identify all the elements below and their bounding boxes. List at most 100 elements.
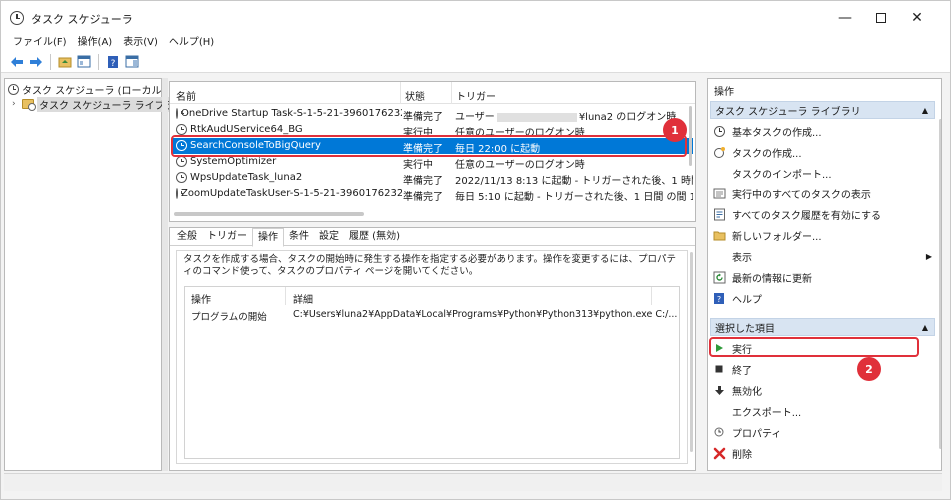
task-name: OneDrive Startup Task-S-1-5-21-396017623…: [181, 108, 402, 119]
task-trigger: ユーザー ¥luna2 のログオン時: [455, 108, 693, 123]
task-name: RtkAudUService64_BG: [190, 124, 303, 135]
up-folder-button[interactable]: [57, 54, 73, 70]
tab-general[interactable]: 全般: [172, 228, 202, 246]
section-header-library[interactable]: タスク スケジューラ ライブラリ ▲: [710, 101, 935, 119]
highlight-selected-task: [171, 135, 687, 157]
action-new-folder[interactable]: 新しいフォルダー...: [712, 225, 934, 245]
detail-vertical-scrollbar[interactable]: [690, 252, 693, 452]
help-toolbar-button[interactable]: ?: [105, 54, 121, 70]
task-clock-icon: [176, 156, 187, 167]
menu-help[interactable]: ヘルプ(H): [163, 35, 219, 51]
actions-pane-scrollbar[interactable]: [939, 119, 941, 449]
tab-history[interactable]: 履歴 (無効): [344, 228, 405, 246]
tree-node-label: タスク スケジューラ (ローカル): [22, 85, 166, 97]
task-name: SystemOptimizer: [190, 156, 277, 167]
collapse-up-icon[interactable]: ▲: [922, 106, 928, 115]
task-row[interactable]: ZoomUpdateTaskUser-S-1-5-21-3960176232..…: [172, 186, 693, 203]
action-properties[interactable]: プロパティ: [712, 422, 934, 442]
create-basic-task-icon: [712, 124, 726, 138]
task-row[interactable]: WpsUpdateTask_luna2 準備完了 2022/11/13 8:13…: [172, 170, 693, 187]
column-divider[interactable]: [400, 82, 401, 104]
svg-text:?: ?: [717, 295, 721, 304]
show-hide-action-pane-button[interactable]: [124, 54, 140, 70]
help-book-icon: ?: [108, 55, 118, 69]
show-hide-console-tree-button[interactable]: [76, 54, 92, 70]
column-header-trigger[interactable]: トリガー: [456, 88, 496, 103]
action-delete[interactable]: 削除: [712, 443, 934, 463]
action-export[interactable]: エクスポート...: [712, 401, 934, 421]
window-title: タスク スケジューラ: [31, 13, 133, 26]
close-button[interactable]: ✕: [899, 5, 935, 31]
action-help[interactable]: ? ヘルプ: [712, 288, 934, 308]
task-list-vertical-scrollbar[interactable]: [689, 106, 692, 166]
toolbar-separator: [50, 53, 51, 70]
detail-tabs: 全般 トリガー 操作 条件 設定 履歴 (無効): [170, 228, 695, 247]
console-tree: タスク スケジューラ (ローカル) › タスク スケジューラ ライブラリ: [4, 78, 187, 471]
tab-actions[interactable]: 操作: [252, 228, 284, 247]
action-create-task[interactable]: タスクの作成...: [712, 142, 934, 162]
menu-action[interactable]: 操作(A): [72, 35, 118, 51]
column-divider[interactable]: [285, 287, 286, 305]
action-import-task[interactable]: タスクのインポート...: [712, 163, 934, 183]
task-status: 実行中: [403, 160, 433, 171]
task-row[interactable]: OneDrive Startup Task-S-1-5-21-396017623…: [172, 106, 693, 123]
minimize-button[interactable]: —: [827, 5, 863, 31]
action-view-submenu[interactable]: 表示 ▶: [712, 246, 934, 266]
pane-splitter[interactable]: [162, 78, 168, 471]
action-create-basic-task[interactable]: 基本タスクの作成...: [712, 121, 934, 141]
chevron-right-icon[interactable]: ›: [12, 99, 22, 109]
task-clock-icon: [176, 188, 184, 199]
toolbar-separator: [98, 53, 99, 70]
properties-icon: [712, 425, 726, 439]
collapse-up-icon[interactable]: ▲: [922, 323, 928, 332]
task-scheduler-clock-icon: [10, 11, 24, 25]
menu-file[interactable]: ファイル(F): [1, 35, 72, 51]
menu-view[interactable]: 表示(V): [117, 35, 163, 51]
action-disable[interactable]: 無効化: [712, 380, 934, 400]
tree-node-library[interactable]: › タスク スケジューラ ライブラリ: [12, 96, 187, 112]
action-label: タスクのインポート...: [732, 169, 832, 181]
tab-triggers[interactable]: トリガー: [202, 228, 252, 246]
action-type: プログラムの開始: [191, 312, 267, 323]
tab-settings[interactable]: 設定: [314, 228, 344, 246]
action-label: 新しいフォルダー...: [732, 231, 822, 243]
task-clock-icon: [176, 108, 184, 119]
task-trigger: 2022/11/13 8:13 に起動 - トリガーされた後、1 時間 ごと: [455, 176, 693, 187]
action-row[interactable]: プログラムの開始 C:¥Users¥luna2¥AppData¥Local¥Pr…: [185, 309, 679, 323]
action-label: 終了: [732, 365, 752, 377]
column-divider[interactable]: [651, 287, 652, 305]
back-button[interactable]: [9, 54, 25, 70]
actions-description: タスクを作成する場合、タスクの開始時に発生する操作を指定する必要があります。操作…: [183, 254, 677, 277]
column-header-detail[interactable]: 詳細: [293, 291, 313, 306]
task-list-header: 名前 状態 トリガー: [170, 82, 695, 104]
tab-conditions[interactable]: 条件: [284, 228, 314, 246]
task-name: WpsUpdateTask_luna2: [190, 172, 303, 183]
tree-node-local[interactable]: タスク スケジューラ (ローカル): [8, 81, 165, 97]
end-icon: [712, 362, 726, 376]
step-badge-1: 1: [663, 118, 687, 142]
task-clock-icon: [176, 124, 187, 135]
column-divider[interactable]: [451, 82, 452, 104]
section-title: タスク スケジューラ ライブラリ: [715, 106, 861, 118]
column-header-name[interactable]: 名前: [176, 88, 196, 103]
delete-icon: [712, 446, 726, 460]
action-label: プロパティ: [732, 428, 782, 440]
task-trigger: 任意のユーザーのログオン時: [455, 160, 585, 171]
column-header-status[interactable]: 状態: [405, 88, 425, 103]
action-refresh[interactable]: 最新の情報に更新: [712, 267, 934, 287]
task-list-horizontal-scrollbar[interactable]: [174, 212, 364, 216]
action-label: 表示: [732, 252, 752, 264]
action-end[interactable]: 終了: [712, 359, 934, 379]
task-trigger: 毎日 5:10 に起動 - トリガーされた後、1 日間 の間 12:00: [455, 192, 693, 203]
new-folder-icon: [712, 228, 726, 242]
action-label: 無効化: [732, 386, 762, 398]
highlight-run-action: [709, 337, 919, 357]
section-header-selected-item[interactable]: 選択した項目 ▲: [710, 318, 935, 336]
running-tasks-icon: [712, 186, 726, 200]
forward-button[interactable]: [28, 54, 44, 70]
action-enable-all-history[interactable]: すべてのタスク履歴を有効にする: [712, 204, 934, 224]
actions-tab-content: タスクを作成する場合、タスクの開始時に発生する操作を指定する必要があります。操作…: [176, 250, 688, 464]
action-display-running-tasks[interactable]: 実行中のすべてのタスクの表示: [712, 183, 934, 203]
maximize-button[interactable]: [863, 5, 899, 31]
column-header-action[interactable]: 操作: [191, 291, 211, 306]
